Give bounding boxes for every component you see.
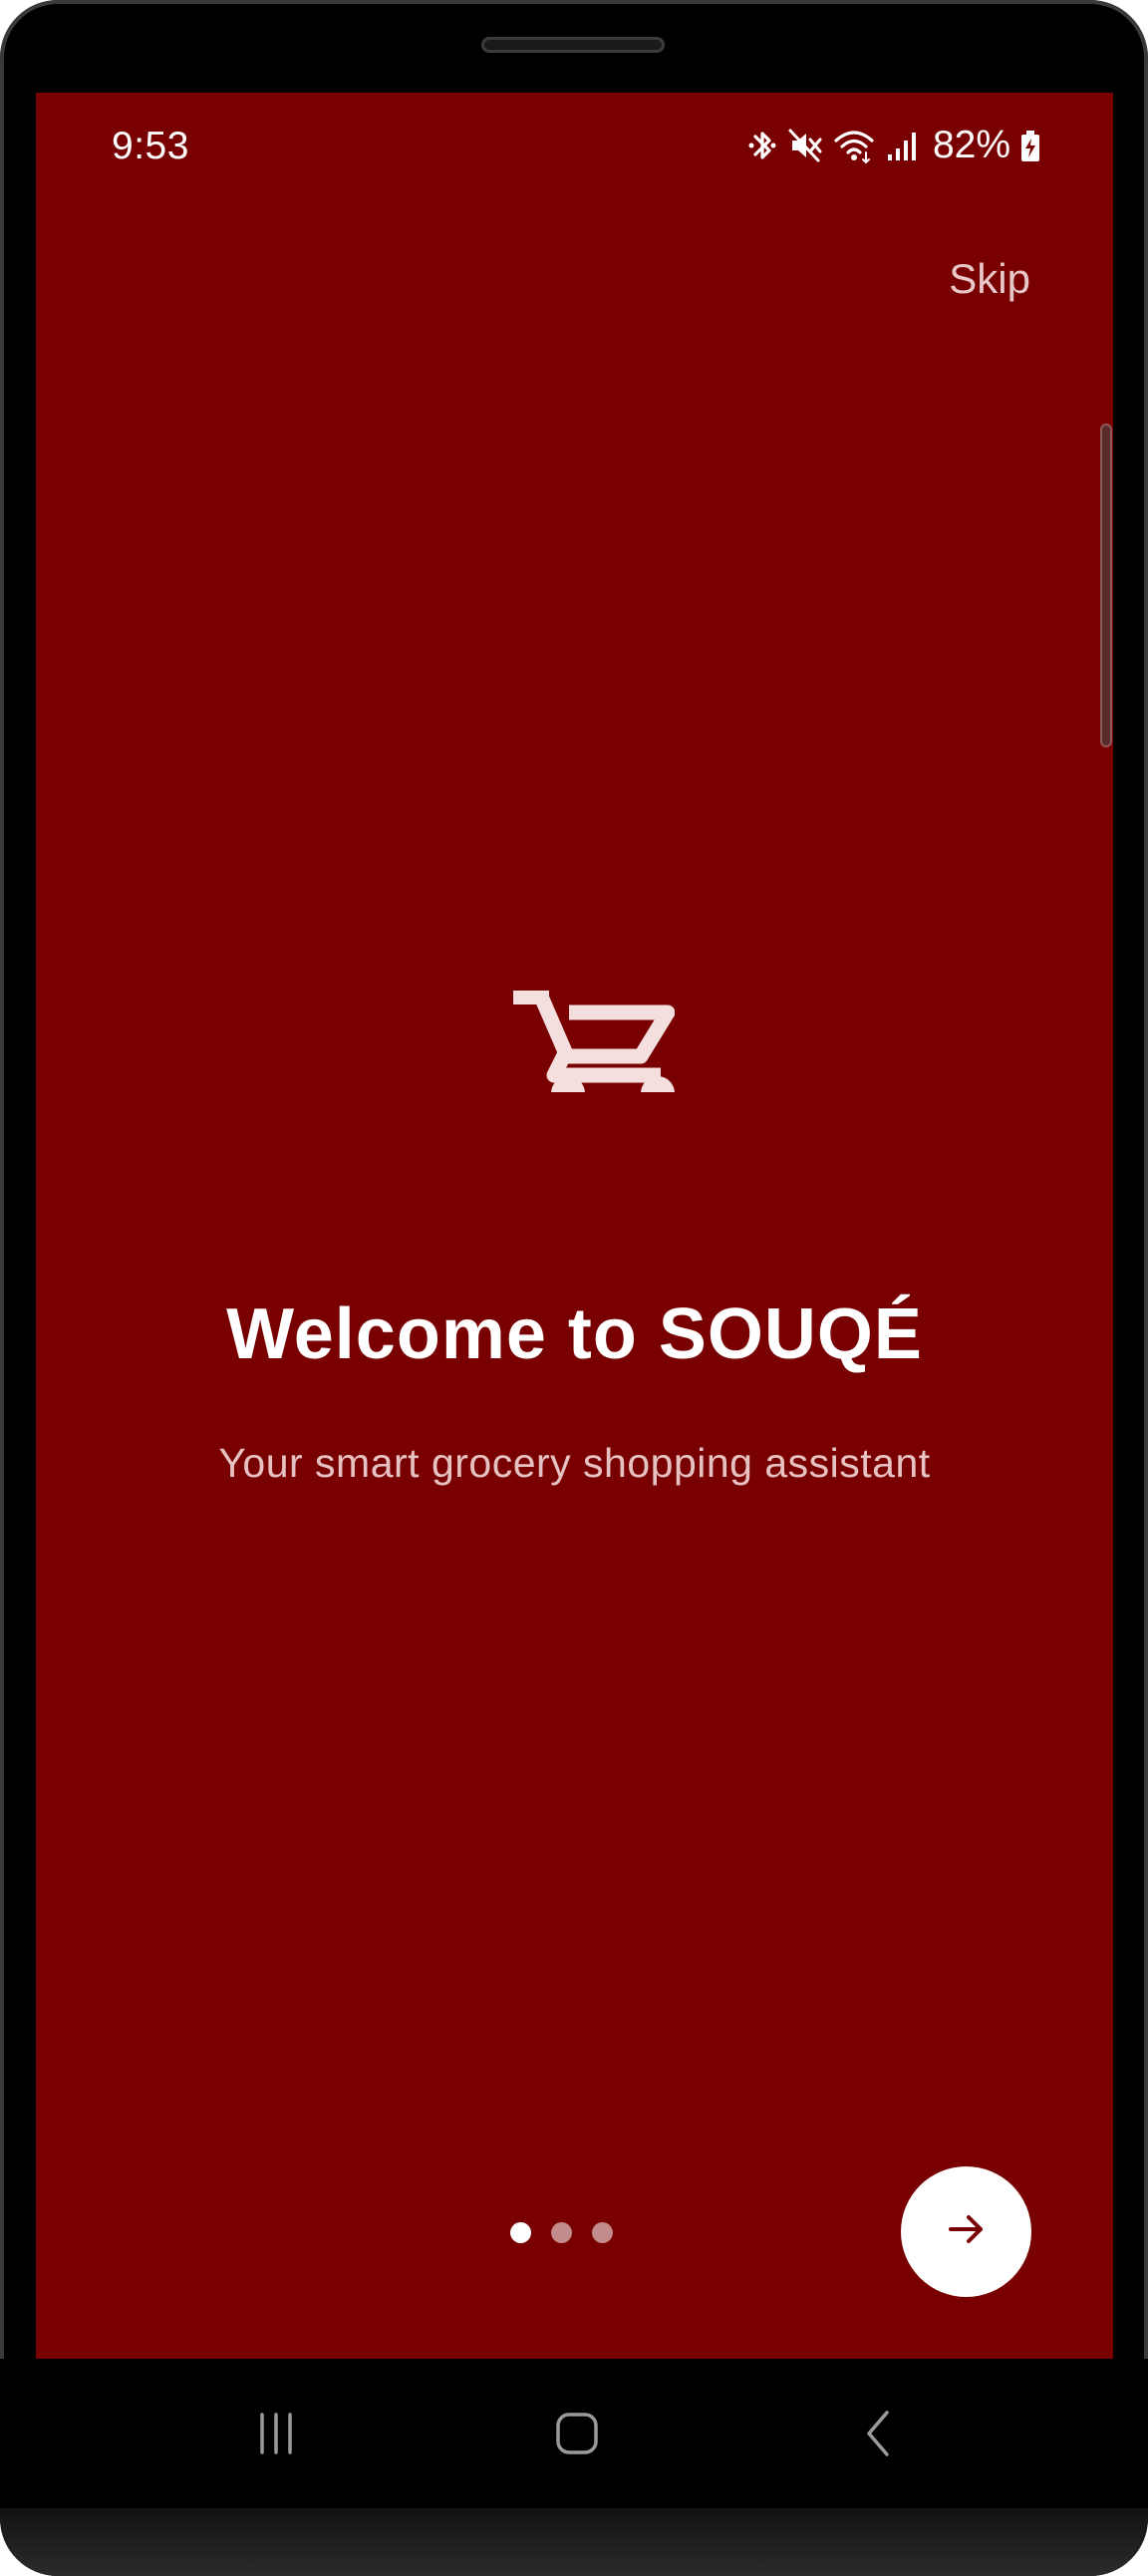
status-time: 9:53 (112, 125, 189, 167)
mute-icon (787, 127, 823, 164)
wifi-icon (833, 127, 875, 164)
device-bottom-bezel (0, 2508, 1148, 2576)
signal-icon (885, 127, 919, 164)
battery-charging-icon (1020, 127, 1040, 164)
bluetooth-icon (747, 127, 777, 164)
page-indicator (510, 2221, 613, 2243)
battery-percent: 82% (932, 124, 1010, 166)
app-screen: 9:53 82% Skip Welcome to SOUQÉ Your smar… (36, 93, 1113, 2359)
next-button[interactable] (901, 2166, 1031, 2297)
shopping-cart-icon (475, 893, 676, 1110)
welcome-title: Welcome to SOUQÉ (226, 1294, 923, 1374)
skip-button[interactable]: Skip (949, 255, 1030, 303)
page-indicator-dot (551, 2221, 572, 2243)
arrow-right-icon (945, 2209, 989, 2254)
earpiece-speaker (481, 37, 665, 53)
page-indicator-dot (592, 2221, 613, 2243)
home-icon[interactable] (537, 2399, 617, 2468)
welcome-subtitle: Your smart grocery shopping assistant (218, 1440, 931, 1486)
status-bar: 9:53 82% (36, 93, 1113, 212)
navigation-bar (0, 2359, 1148, 2508)
recent-apps-icon[interactable] (236, 2399, 316, 2468)
phone-device: 9:53 82% Skip Welcome to SOUQÉ Your smar… (0, 0, 1148, 2576)
status-icons: 82% (747, 121, 1040, 170)
page-indicator-dot-active (510, 2221, 531, 2243)
back-icon[interactable] (840, 2399, 920, 2468)
side-scroll-handle (1100, 424, 1112, 747)
